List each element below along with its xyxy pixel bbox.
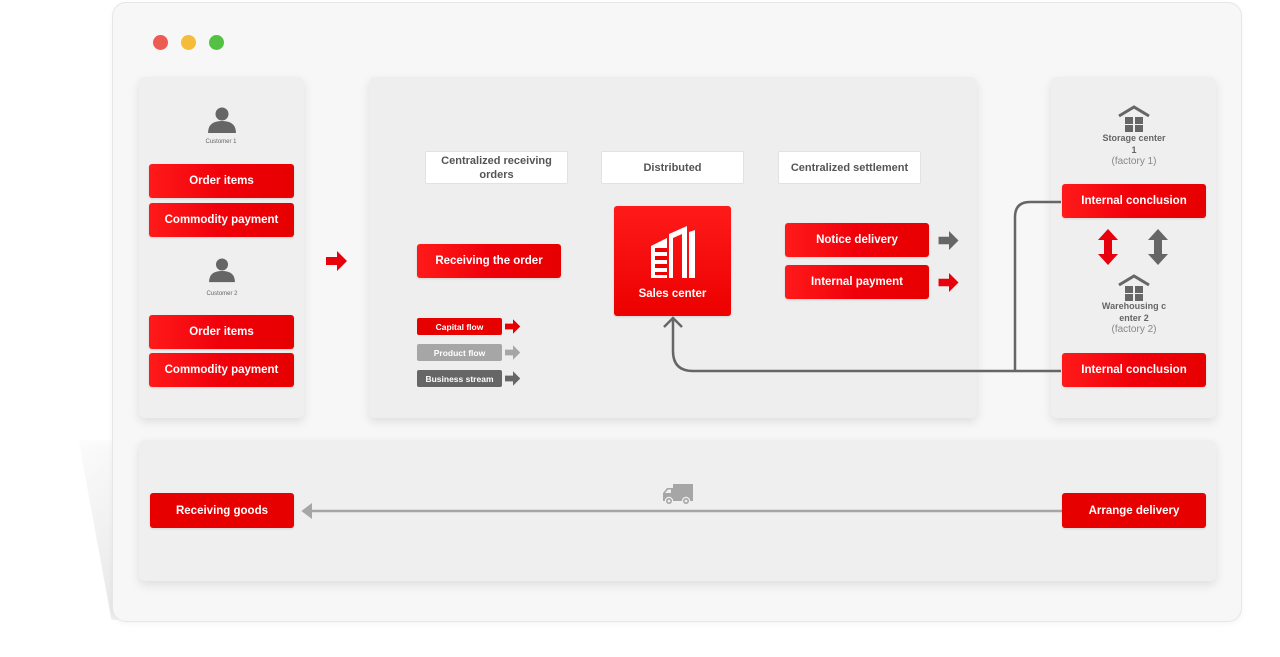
- legend-business-stream: Business stream: [417, 370, 502, 387]
- logistics-panel: [139, 440, 1216, 581]
- customer-2-order-items-button[interactable]: Order items: [149, 315, 294, 349]
- truck-icon: [663, 484, 693, 506]
- notice-delivery-button[interactable]: Notice delivery: [785, 223, 929, 257]
- window-maximize-button[interactable]: [209, 35, 224, 50]
- window-close-button[interactable]: [153, 35, 168, 50]
- sales-center-node[interactable]: Sales center: [614, 206, 731, 316]
- legend-product-arrow-icon: [505, 345, 521, 360]
- customer-1-commodity-payment-button[interactable]: Commodity payment: [149, 203, 294, 237]
- legend-capital-flow: Capital flow: [417, 318, 502, 335]
- sales-center-label: Sales center: [638, 288, 707, 300]
- storage-internal-conclusion-button[interactable]: Internal conclusion: [1062, 184, 1206, 218]
- user-icon: [209, 258, 235, 283]
- receiving-order-button[interactable]: Receiving the order: [417, 244, 561, 278]
- warehousing-warehouse-icon: [1118, 274, 1150, 301]
- header-distributed: Distributed: [601, 151, 744, 184]
- header-centralized-settlement: Centralized settlement: [778, 151, 921, 184]
- storage-warehouse-icon: [1118, 105, 1150, 132]
- customer-2-commodity-payment-button[interactable]: Commodity payment: [149, 353, 294, 387]
- warehousing-center-label: Warehousing c enter 2 (factory 2): [1101, 301, 1167, 335]
- user-icon: [208, 107, 236, 133]
- internal-payment-button[interactable]: Internal payment: [785, 265, 929, 299]
- arrange-delivery-button[interactable]: Arrange delivery: [1062, 493, 1206, 528]
- legend-capital-arrow-icon: [505, 319, 521, 334]
- gray-double-arrow-icon: [1148, 229, 1168, 265]
- red-arrow-right-icon: [938, 273, 959, 292]
- building-icon: [651, 226, 695, 278]
- legend-product-flow: Product flow: [417, 344, 502, 361]
- customer-2-label: Customer 2: [206, 291, 238, 297]
- legend-business-arrow-icon: [505, 371, 521, 386]
- red-double-arrow-icon: [1098, 229, 1118, 265]
- customer-1-order-items-button[interactable]: Order items: [149, 164, 294, 198]
- storage-center-label: Storage center 1 (factory 1): [1102, 133, 1166, 167]
- red-arrow-right-icon: [326, 251, 347, 271]
- customer-1-label: Customer 1: [205, 139, 237, 145]
- gray-arrow-right-icon: [938, 231, 959, 250]
- warehousing-internal-conclusion-button[interactable]: Internal conclusion: [1062, 353, 1206, 387]
- window-minimize-button[interactable]: [181, 35, 196, 50]
- receiving-goods-button[interactable]: Receiving goods: [150, 493, 294, 528]
- header-centralized-receiving-orders: Centralized receiving orders: [425, 151, 568, 184]
